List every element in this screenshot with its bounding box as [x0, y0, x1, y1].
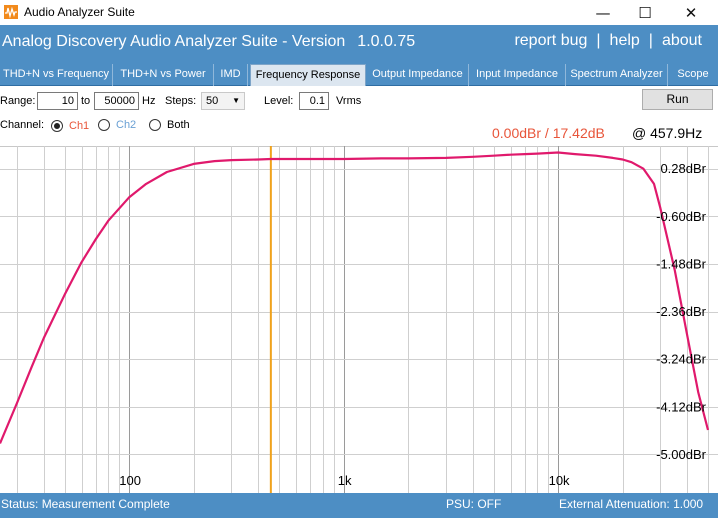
link-separator: |	[596, 32, 601, 49]
report-bug-link[interactable]: report bug	[514, 32, 587, 49]
chart-grid	[0, 146, 718, 493]
app-heading: Analog Discovery Audio Analyzer Suite - …	[2, 33, 415, 51]
range-to-input[interactable]: 50000	[94, 92, 139, 110]
status-bar: Status: Measurement Complete PSU: OFF Ex…	[0, 493, 718, 518]
y-tick-label: -1.48dBr	[656, 256, 707, 271]
about-link[interactable]: about	[662, 32, 702, 49]
app-version: 1.0.0.75	[357, 33, 416, 50]
both-radio[interactable]	[149, 119, 161, 131]
y-tick-label: -2.36dBr	[656, 304, 707, 319]
level-label: Level:	[264, 95, 294, 107]
title-bar: Audio Analyzer Suite — ☐ ✕	[0, 0, 718, 25]
x-tick-label: 1k	[338, 473, 352, 488]
range-from-input[interactable]: 10	[37, 92, 78, 110]
tab-thdn-vs-frequency[interactable]: THD+N vs Frequency	[0, 64, 113, 86]
ch2-label: Ch2	[116, 119, 137, 131]
hz-label: Hz	[142, 95, 156, 107]
psu-status: PSU: OFF	[446, 497, 502, 511]
x-tick-label: 10k	[549, 473, 570, 488]
y-tick-label: -5.00dBr	[656, 447, 707, 462]
vrms-label: Vrms	[336, 95, 362, 107]
range-label: Range:	[0, 95, 36, 107]
tab-input-impedance[interactable]: Input Impedance	[469, 64, 566, 86]
status-text: Status: Measurement Complete	[1, 497, 170, 511]
frequency-readout: @ 457.9Hz	[632, 125, 703, 141]
chevron-down-icon: ▼	[232, 96, 240, 105]
window-title: Audio Analyzer Suite	[24, 5, 135, 19]
steps-select[interactable]: 50 ▼	[201, 92, 245, 110]
app-header: Analog Discovery Audio Analyzer Suite - …	[0, 25, 718, 62]
close-button[interactable]: ✕	[668, 0, 714, 25]
app-waveform-icon	[4, 5, 18, 19]
tab-spectrum-analyzer[interactable]: Spectrum Analyzer	[566, 64, 668, 86]
frequency-response-chart[interactable]: 0.28dBr -0.60dBr -1.48dBr -2.36dBr -3.24dBr -…	[0, 146, 718, 493]
ch1-label: Ch1	[69, 120, 90, 132]
ch2-radio[interactable]	[98, 119, 110, 131]
y-tick-label: 0.28dBr	[660, 161, 706, 176]
chart-background	[0, 146, 718, 493]
steps-value: 50	[206, 95, 219, 107]
app-window: Audio Analyzer Suite — ☐ ✕ Analog Discov…	[0, 0, 718, 518]
tab-imd[interactable]: IMD	[214, 64, 248, 86]
y-tick-label: -0.60dBr	[656, 209, 707, 224]
level-input[interactable]: 0.1	[299, 92, 329, 110]
x-tick-label: 100	[119, 473, 141, 488]
to-label: to	[81, 95, 91, 107]
y-tick-label: -3.24dBr	[656, 352, 707, 367]
steps-label: Steps:	[165, 95, 197, 107]
y-tick-label: -4.12dBr	[656, 399, 707, 414]
tab-frequency-response[interactable]: Frequency Response	[250, 64, 366, 86]
run-button[interactable]: Run	[642, 89, 713, 110]
channel-label: Channel:	[0, 119, 45, 131]
tab-output-impedance[interactable]: Output Impedance	[367, 64, 469, 86]
link-separator: |	[648, 32, 653, 49]
level-readout: 0.00dBr / 17.42dB	[492, 125, 605, 141]
both-label: Both	[167, 119, 190, 131]
external-attenuation: External Attenuation: 1.000	[559, 497, 704, 511]
app-name: Analog Discovery Audio Analyzer Suite - …	[2, 33, 346, 50]
header-links: report bug | help | about	[514, 32, 702, 50]
ch1-radio[interactable]	[51, 120, 63, 132]
maximize-button[interactable]: ☐	[622, 0, 668, 25]
minimize-button[interactable]: —	[580, 0, 626, 25]
tab-bar: THD+N vs Frequency THD+N vs Power IMD Fr…	[0, 62, 718, 86]
tab-scope[interactable]: Scope	[668, 64, 718, 86]
tab-thdn-vs-power[interactable]: THD+N vs Power	[113, 64, 214, 86]
help-link[interactable]: help	[610, 32, 640, 49]
